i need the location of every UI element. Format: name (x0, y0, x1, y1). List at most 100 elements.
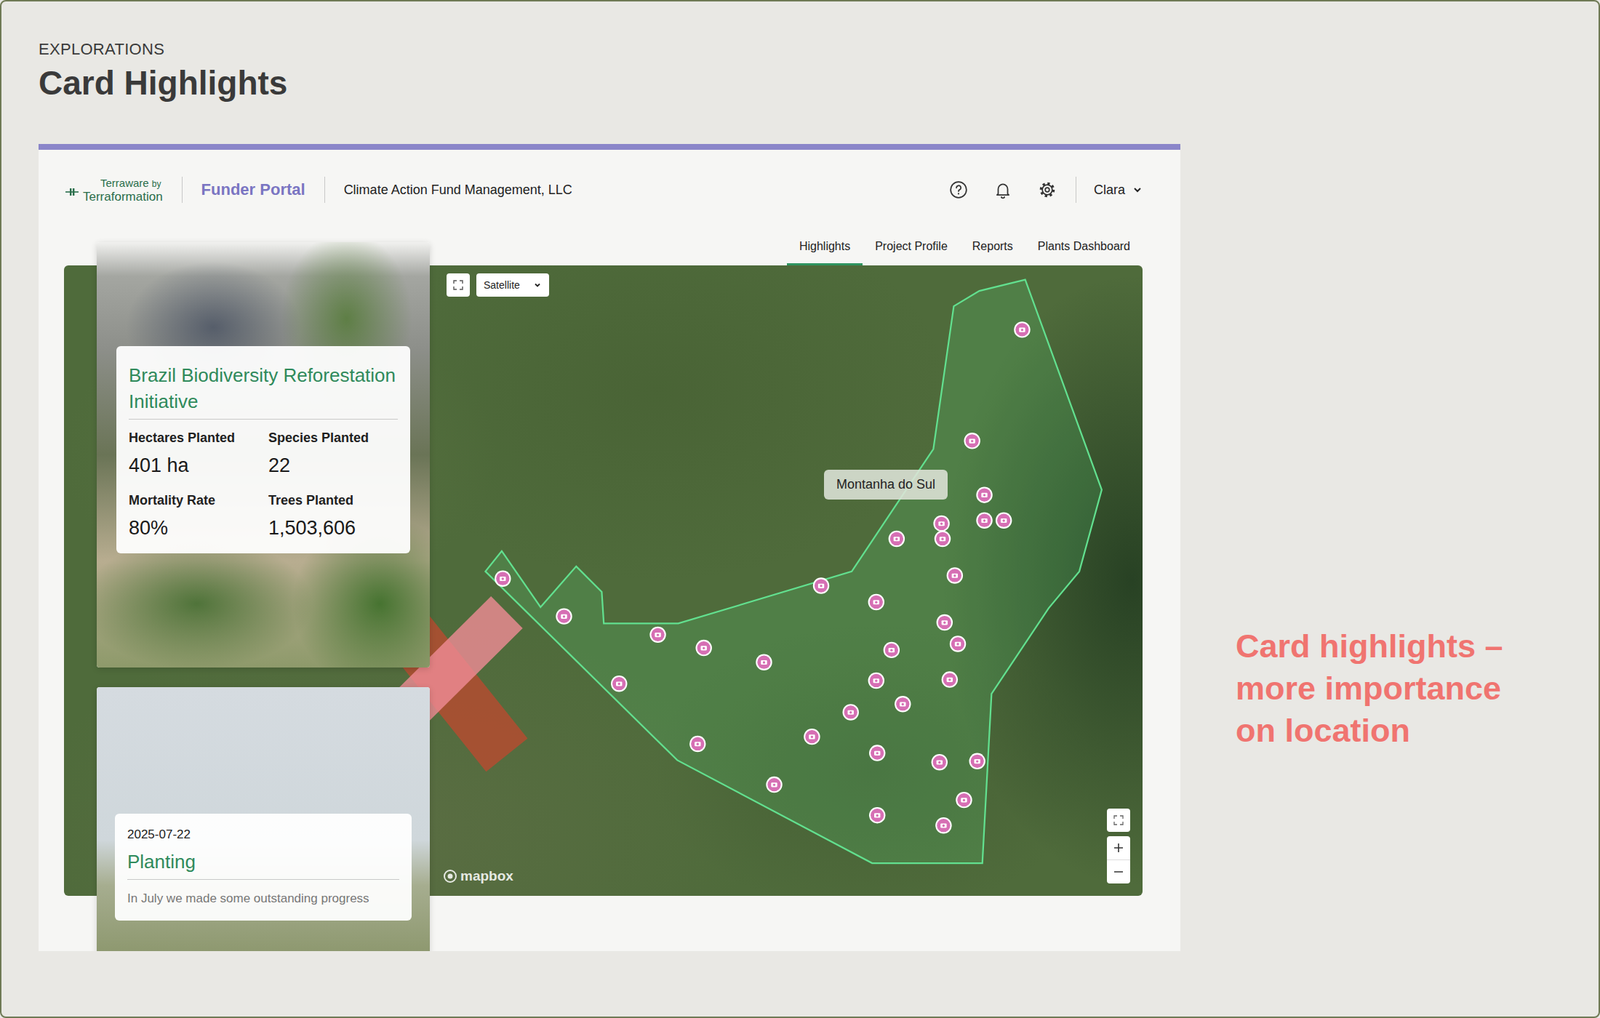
site-boundary[interactable] (485, 280, 1102, 864)
photo-pin[interactable] (949, 635, 966, 652)
photo-pin[interactable] (976, 486, 992, 503)
exploration: EXPLORATIONSCard HighlightsTerraware byT… (1, 1, 1181, 1017)
project-info: Brazil Biodiversity Reforestation Initia… (116, 346, 411, 554)
highlight-cards: Brazil Biodiversity Reforestation Initia… (96, 242, 430, 952)
camera-icon (808, 734, 815, 739)
photo-pin[interactable] (946, 567, 963, 584)
stat-value: 401 ha (128, 453, 269, 478)
photo-pin[interactable] (888, 530, 905, 547)
photo-pin[interactable] (610, 675, 627, 692)
photo-pin[interactable] (934, 530, 951, 547)
camera-icon (1000, 518, 1007, 523)
photo-pin[interactable] (765, 776, 782, 793)
update-photo: 2025-07-22PlantingIn July we made some o… (96, 687, 430, 952)
camera-icon (770, 782, 777, 787)
photo-pin[interactable] (555, 608, 572, 624)
annotation-line: Card highlights – (1235, 625, 1504, 668)
camera-icon (946, 677, 953, 683)
stat-value: 80% (128, 515, 269, 541)
gear-icon[interactable] (1037, 180, 1057, 200)
zoom-controls (1106, 836, 1131, 884)
photo-pin[interactable] (868, 672, 885, 689)
bell-icon[interactable] (993, 180, 1013, 200)
tab[interactable]: Plants Dashboard (1025, 229, 1143, 266)
logo[interactable]: Terraware byTerraformation (64, 176, 163, 203)
camera-icon (654, 632, 661, 638)
camera-icon (893, 536, 900, 542)
annotation-line: on location (1235, 709, 1504, 752)
help-icon[interactable] (949, 180, 968, 200)
photo-pin[interactable] (842, 704, 859, 720)
tab[interactable]: Project Profile (862, 229, 960, 266)
fullscreen-button[interactable] (1106, 808, 1131, 832)
photo-pin[interactable] (1013, 321, 1030, 338)
photo-pin[interactable] (935, 817, 952, 834)
photo-pin[interactable] (494, 570, 511, 587)
camera-icon (616, 681, 622, 686)
minus-icon (1112, 865, 1126, 879)
photo-pin[interactable] (955, 792, 972, 808)
user-menu[interactable]: Clara (1093, 182, 1143, 198)
stat-label: Trees Planted (268, 492, 398, 509)
camera-icon (981, 518, 987, 523)
divider (128, 418, 398, 420)
camera-icon (941, 620, 948, 625)
photo-pin[interactable] (933, 515, 950, 532)
chevron-down-icon (533, 280, 542, 290)
camera-icon (954, 642, 961, 647)
photo-pin[interactable] (755, 654, 772, 671)
camera-icon (694, 741, 701, 747)
camera-icon (818, 584, 824, 589)
mapbox-attribution[interactable]: mapbox (442, 868, 514, 885)
logo-product: Terraware (100, 176, 150, 190)
tab[interactable]: Reports (960, 229, 1026, 266)
update-excerpt: In July we made some outstanding progres… (127, 890, 400, 908)
update-card[interactable]: 2025-07-22PlantingIn July we made some o… (96, 687, 430, 952)
photo-pin[interactable] (894, 696, 911, 712)
zoom-out-button[interactable] (1106, 859, 1131, 884)
zoom-in-button[interactable] (1106, 836, 1131, 860)
photo-pin[interactable] (995, 512, 1012, 529)
photo-pin[interactable] (689, 736, 706, 752)
photo-pin[interactable] (813, 577, 830, 594)
project-photo: Brazil Biodiversity Reforestation Initia… (96, 242, 430, 668)
stat: Hectares Planted401 ha (128, 429, 269, 478)
photo-pin[interactable] (963, 432, 980, 449)
photo-pin[interactable] (936, 614, 953, 631)
photo-pin[interactable] (941, 671, 958, 688)
photo-pin[interactable] (868, 594, 885, 611)
camera-icon (960, 797, 967, 803)
tab[interactable]: Highlights (786, 229, 863, 266)
camera-icon (560, 614, 567, 619)
plus-icon (1112, 841, 1126, 855)
project-card[interactable]: Brazil Biodiversity Reforestation Initia… (96, 242, 430, 668)
project-title: Brazil Biodiversity Reforestation Initia… (128, 362, 398, 415)
photo-pin[interactable] (883, 642, 900, 659)
portal-name[interactable]: Funder Portal (201, 180, 306, 200)
portal-frame: Terraware byTerraformation Funder Portal C… (38, 144, 1181, 952)
divider (127, 879, 400, 880)
camera-icon (874, 813, 880, 818)
photo-pin[interactable] (869, 744, 886, 761)
organization-name[interactable]: Climate Action Fund Management, LLC (344, 182, 573, 198)
section-label: EXPLORATIONS (38, 40, 1181, 59)
photo-pin[interactable] (931, 754, 948, 771)
expand-button[interactable] (446, 273, 470, 297)
photo-pin[interactable] (968, 753, 985, 770)
map-style-dropdown[interactable]: Satellite (476, 273, 550, 297)
camera-icon (938, 521, 944, 526)
photo-pin[interactable] (976, 512, 992, 529)
update-date: 2025-07-22 (127, 826, 400, 843)
photo-pin[interactable] (695, 640, 712, 656)
camera-icon (873, 678, 880, 683)
mapbox-logo-icon (442, 869, 458, 884)
camera-icon (981, 493, 987, 498)
camera-icon (1018, 328, 1025, 333)
stat: Species Planted22 (268, 429, 398, 478)
photo-pin[interactable] (869, 807, 886, 824)
photo-pin[interactable] (803, 728, 820, 745)
divider (1075, 176, 1077, 203)
photo-pin[interactable] (649, 626, 666, 643)
logo-company: Terraformation (82, 190, 163, 203)
divider (324, 176, 326, 203)
